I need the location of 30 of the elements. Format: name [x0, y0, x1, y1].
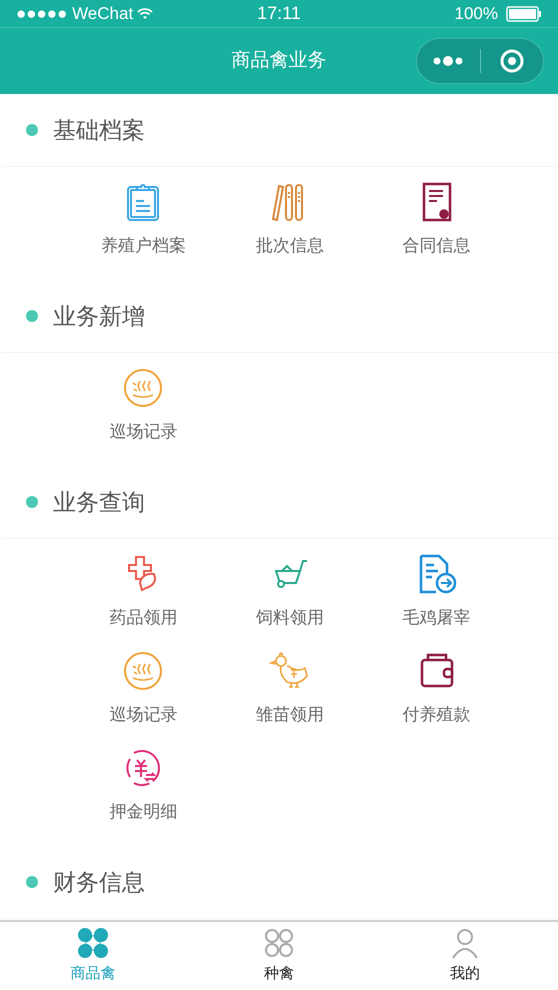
section-title: 业务查询 — [53, 488, 145, 517]
menu-item[interactable]: 押金明细 — [70, 747, 217, 844]
clock-text: 17:11 — [257, 2, 301, 25]
patrol-icon — [122, 650, 164, 692]
battery-text: 100% — [454, 2, 498, 25]
menu-item[interactable]: 巡场记录 — [70, 367, 217, 464]
battery-icon — [506, 6, 542, 22]
tab-item[interactable]: 我的 — [372, 922, 558, 990]
menu-item[interactable]: 毛鸡屠宰 — [363, 553, 510, 650]
patrol-icon — [122, 367, 164, 409]
more-icon — [433, 55, 464, 67]
menu-item[interactable]: 养殖户档案 — [70, 181, 217, 278]
menu-item[interactable]: 付养殖款 — [363, 650, 510, 747]
menu-item[interactable]: 饲料领用 — [216, 553, 364, 650]
section-title: 业务新增 — [53, 302, 145, 331]
tab-item[interactable]: 种禽 — [186, 922, 372, 990]
grid-icon — [263, 926, 295, 959]
menu-item[interactable]: 雏苗领用 — [216, 650, 364, 747]
wifi-icon — [137, 8, 154, 20]
section-title: 财务信息 — [53, 868, 145, 897]
tab-item[interactable]: 商品禽 — [0, 922, 186, 990]
close-icon — [500, 49, 524, 73]
nav-title: 商品禽业务 — [232, 48, 326, 73]
menu-item[interactable]: 巡场记录 — [70, 650, 217, 747]
carrier-text: ●●●●● WeChat — [16, 2, 134, 25]
menu-item[interactable]: 药品领用 — [70, 553, 217, 650]
grid-icon — [77, 926, 109, 959]
section-title: 基础档案 — [53, 116, 145, 145]
menu-item[interactable]: 批次信息 — [216, 181, 364, 278]
menu-item[interactable]: 合同信息 — [363, 181, 510, 278]
